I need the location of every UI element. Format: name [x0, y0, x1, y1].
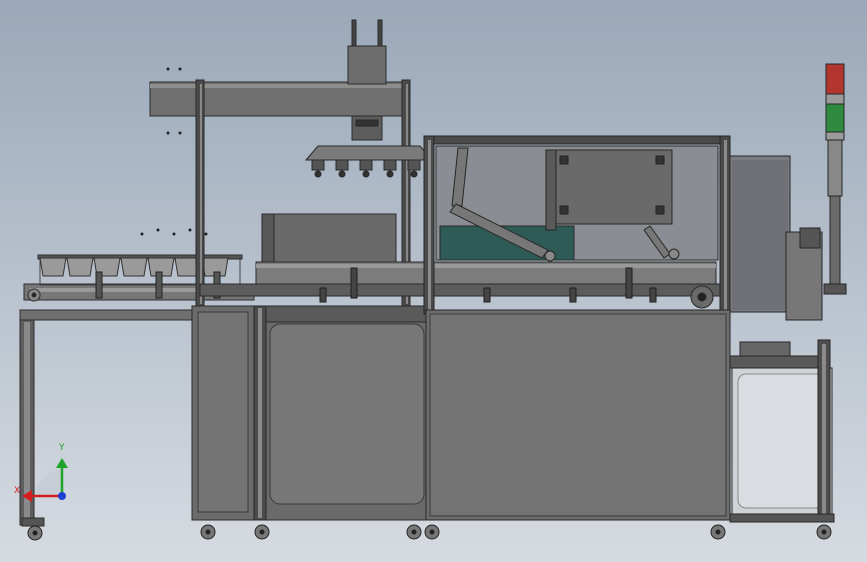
machine-assembly-drawing	[0, 0, 867, 562]
hopper-cover	[261, 213, 397, 265]
left-cabinet	[191, 305, 429, 521]
cad-viewport[interactable]: Y X	[0, 0, 867, 562]
caster-wheel	[27, 525, 43, 541]
sealer-lower-cabinet	[425, 309, 731, 521]
sealing-head	[545, 149, 673, 231]
right-side-frame	[729, 339, 835, 523]
triad-x-label: X	[14, 486, 21, 496]
triad-y-label: Y	[59, 443, 65, 453]
right-caster	[816, 524, 832, 540]
